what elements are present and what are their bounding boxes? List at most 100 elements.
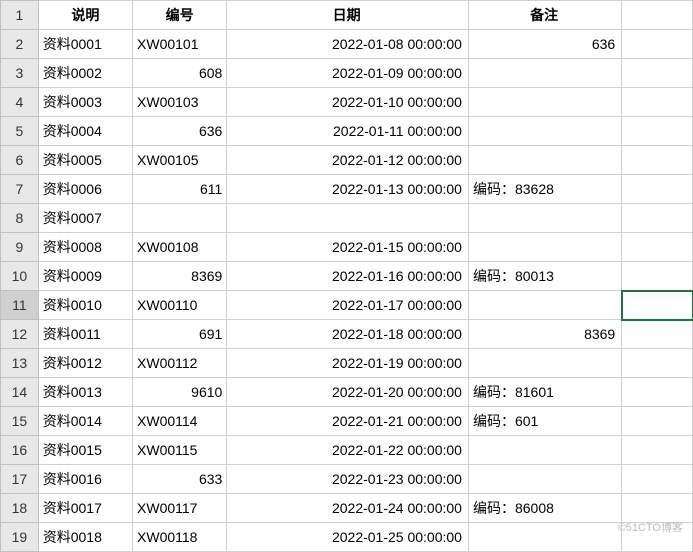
row-number-header[interactable]: 5 [1,117,39,146]
table-row[interactable]: 4资料0003XW001032022-01-10 00:00:00 [1,88,693,117]
cell-code[interactable]: 691 [133,320,227,349]
cell-code[interactable]: XW00110 [133,291,227,320]
table-row[interactable]: 15资料0014XW001142022-01-21 00:00:00编码：601 [1,407,693,436]
cell-code[interactable]: 611 [133,175,227,204]
row-number-header[interactable]: 6 [1,146,39,175]
cell-empty[interactable] [622,436,693,465]
row-number-header[interactable]: 15 [1,407,39,436]
cell-desc[interactable]: 资料0006 [38,175,132,204]
cell-note[interactable]: 636 [468,30,621,59]
column-header-desc[interactable]: 说明 [38,1,132,30]
cell-note[interactable] [468,59,621,88]
cell-empty[interactable] [622,175,693,204]
cell-code[interactable]: 8369 [133,262,227,291]
cell-code[interactable]: 9610 [133,378,227,407]
cell-date[interactable]: 2022-01-16 00:00:00 [227,262,469,291]
cell-code[interactable]: XW00118 [133,523,227,552]
cell-empty[interactable] [622,204,693,233]
cell-desc[interactable]: 资料0010 [38,291,132,320]
table-row[interactable]: 16资料0015XW001152022-01-22 00:00:00 [1,436,693,465]
cell-note[interactable] [468,233,621,262]
cell-note[interactable]: 编码：83628 [468,175,621,204]
cell-desc[interactable]: 资料0002 [38,59,132,88]
table-row[interactable]: 1说明编号日期备注 [1,1,693,30]
cell-code[interactable]: 636 [133,117,227,146]
row-number-header[interactable]: 4 [1,88,39,117]
row-number-header[interactable]: 9 [1,233,39,262]
row-number-header[interactable]: 19 [1,523,39,552]
cell-date[interactable]: 2022-01-19 00:00:00 [227,349,469,378]
table-row[interactable]: 18资料0017XW001172022-01-24 00:00:00编码：860… [1,494,693,523]
cell-code[interactable] [133,204,227,233]
cell-desc[interactable]: 资料0007 [38,204,132,233]
cell-code[interactable]: 633 [133,465,227,494]
cell-note[interactable]: 编码：80013 [468,262,621,291]
table-row[interactable]: 11资料0010XW001102022-01-17 00:00:00 [1,291,693,320]
cell-desc[interactable]: 资料0014 [38,407,132,436]
table-row[interactable]: 12资料00116912022-01-18 00:00:008369 [1,320,693,349]
row-number-header[interactable]: 3 [1,59,39,88]
table-row[interactable]: 5资料00046362022-01-11 00:00:00 [1,117,693,146]
cell-code[interactable]: XW00108 [133,233,227,262]
cell-code[interactable]: XW00105 [133,146,227,175]
row-number-header[interactable]: 14 [1,378,39,407]
cell-note[interactable] [468,146,621,175]
cell-note[interactable] [468,436,621,465]
cell-empty[interactable] [622,146,693,175]
table-row[interactable]: 19资料0018XW001182022-01-25 00:00:00 [1,523,693,552]
cell-date[interactable]: 2022-01-22 00:00:00 [227,436,469,465]
row-number-header[interactable]: 12 [1,320,39,349]
cell-empty[interactable] [622,291,693,320]
cell-desc[interactable]: 资料0005 [38,146,132,175]
cell-date[interactable]: 2022-01-24 00:00:00 [227,494,469,523]
cell-date[interactable]: 2022-01-15 00:00:00 [227,233,469,262]
cell-empty[interactable] [622,465,693,494]
cell-date[interactable]: 2022-01-09 00:00:00 [227,59,469,88]
cell-date[interactable]: 2022-01-20 00:00:00 [227,378,469,407]
cell-empty[interactable] [622,233,693,262]
row-number-header[interactable]: 2 [1,30,39,59]
row-number-header[interactable]: 1 [1,1,39,30]
cell-empty[interactable] [622,88,693,117]
cell-empty[interactable] [622,262,693,291]
cell-note[interactable] [468,204,621,233]
cell-note[interactable] [468,349,621,378]
spreadsheet-table[interactable]: 1说明编号日期备注2资料0001XW001012022-01-08 00:00:… [0,0,693,552]
cell-note[interactable] [468,88,621,117]
cell-code[interactable]: XW00112 [133,349,227,378]
table-row[interactable]: 6资料0005XW001052022-01-12 00:00:00 [1,146,693,175]
cell-date[interactable]: 2022-01-08 00:00:00 [227,30,469,59]
cell-note[interactable]: 编码：601 [468,407,621,436]
cell-desc[interactable]: 资料0017 [38,494,132,523]
cell-desc[interactable]: 资料0012 [38,349,132,378]
cell-desc[interactable]: 资料0009 [38,262,132,291]
column-header-code[interactable]: 编号 [133,1,227,30]
cell-code[interactable]: 608 [133,59,227,88]
cell-note[interactable]: 编码：81601 [468,378,621,407]
cell-code[interactable]: XW00114 [133,407,227,436]
cell-note[interactable] [468,523,621,552]
cell-empty[interactable] [622,320,693,349]
cell-desc[interactable]: 资料0018 [38,523,132,552]
cell-note[interactable]: 编码：86008 [468,494,621,523]
table-row[interactable]: 9资料0008XW001082022-01-15 00:00:00 [1,233,693,262]
table-row[interactable]: 3资料00026082022-01-09 00:00:00 [1,59,693,88]
cell-empty[interactable] [622,407,693,436]
cell-desc[interactable]: 资料0003 [38,88,132,117]
row-number-header[interactable]: 7 [1,175,39,204]
cell-date[interactable]: 2022-01-23 00:00:00 [227,465,469,494]
cell-desc[interactable]: 资料0001 [38,30,132,59]
table-row[interactable]: 7资料00066112022-01-13 00:00:00编码：83628 [1,175,693,204]
cell-date[interactable]: 2022-01-25 00:00:00 [227,523,469,552]
cell-code[interactable]: XW00117 [133,494,227,523]
cell-desc[interactable]: 资料0015 [38,436,132,465]
cell-empty[interactable] [622,30,693,59]
row-number-header[interactable]: 18 [1,494,39,523]
cell-desc[interactable]: 资料0013 [38,378,132,407]
cell-code[interactable]: XW00101 [133,30,227,59]
cell-note[interactable] [468,117,621,146]
cell-empty[interactable] [622,349,693,378]
row-number-header[interactable]: 17 [1,465,39,494]
cell-note[interactable] [468,465,621,494]
row-number-header[interactable]: 13 [1,349,39,378]
